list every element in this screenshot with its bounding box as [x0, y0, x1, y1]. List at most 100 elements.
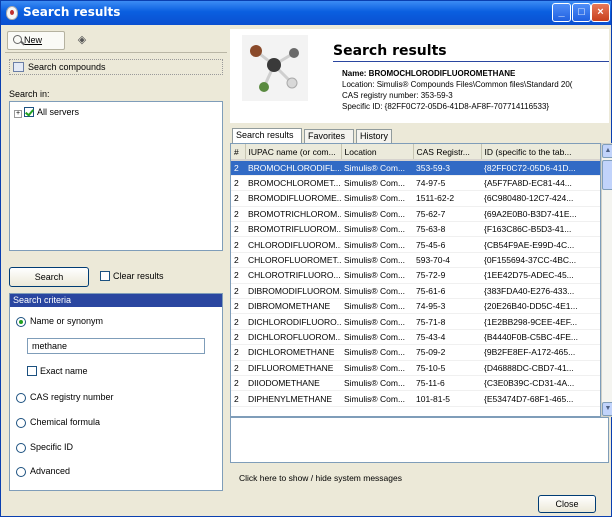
- cell-id: {1EE42D75-ADEC-45...: [481, 267, 600, 284]
- search-compounds-icon: [13, 62, 24, 72]
- all-servers-checkbox[interactable]: [24, 107, 34, 117]
- cell-id: {E53474D7-68F1-465...: [481, 390, 600, 407]
- cell-cas: 75-10-5: [413, 360, 481, 376]
- radio-specific-id[interactable]: [16, 443, 26, 453]
- tab-favorites[interactable]: Favorites: [304, 129, 354, 143]
- cell-id: {1E2BB298-9CEE-4EF...: [481, 313, 600, 330]
- clear-results-checkbox[interactable]: [100, 271, 110, 281]
- cell-id: {82FF0C72-05D6-41D...: [481, 160, 600, 176]
- table-row[interactable]: 2 CHLORODIFLUOROM... Simulis® Com... 75-45-…: [231, 236, 600, 253]
- cell-cas: 74-97-5: [413, 175, 481, 192]
- search-compounds-option[interactable]: Search compounds: [9, 59, 223, 75]
- cell-cas: 75-61-6: [413, 283, 481, 300]
- radio-chemical-formula[interactable]: [16, 418, 26, 428]
- table-row[interactable]: 2 BROMOCHLORODIFL... Simulis® Com... 353-59…: [231, 160, 600, 176]
- column-header-id[interactable]: ID (specific to the tab...: [481, 144, 600, 161]
- table-row[interactable]: 2 CHLOROTRIFLUORO... Simulis® Com... 75-72-…: [231, 267, 600, 284]
- tree-expander-icon[interactable]: +: [14, 110, 22, 118]
- column-header-location[interactable]: Location: [341, 144, 414, 161]
- column-header-cas[interactable]: CAS Registr...: [413, 144, 482, 161]
- scrollbar-thumb[interactable]: [602, 160, 612, 190]
- cell-location: Simulis® Com...: [341, 344, 413, 361]
- minimize-button[interactable]: _: [552, 3, 571, 22]
- search-results-window: Search results _ □ × New ◈ Search compou…: [0, 0, 612, 517]
- scroll-up-icon[interactable]: ▲: [602, 144, 612, 158]
- eraser-icon[interactable]: ◈: [71, 31, 93, 50]
- column-header-iupac-name[interactable]: IUPAC name (or com...: [245, 144, 342, 161]
- cell-index: 2: [231, 175, 245, 192]
- exact-name-checkbox[interactable]: [27, 366, 37, 376]
- cell-location: Simulis® Com...: [341, 283, 413, 300]
- new-button-label: New: [24, 35, 43, 45]
- close-button[interactable]: Close: [538, 495, 596, 513]
- results-table: # IUPAC name (or com... Location CAS Reg…: [230, 143, 601, 417]
- cell-id: {B4440F0B-C5BC-4FE...: [481, 329, 600, 346]
- cell-iupac-name: CHLORODIFLUOROM...: [245, 236, 341, 253]
- cell-id: {CB54F9AE-E99D-4C...: [481, 236, 600, 253]
- table-row[interactable]: 2 BROMOTRICHLOROM... Simulis® Com... 75-62-…: [231, 206, 600, 223]
- cell-id: {A5F7FA8D-EC81-44...: [481, 175, 600, 192]
- table-row[interactable]: 2 DIPHENYLMETHANE Simulis® Com... 101-81-5{…: [231, 390, 600, 407]
- cell-iupac-name: BROMOCHLORODIFL...: [245, 160, 341, 176]
- radio-advanced[interactable]: [16, 467, 26, 477]
- table-row[interactable]: 2 DICHLOROFLUOROM... Simulis® Com... 75-43-…: [231, 329, 600, 346]
- table-row[interactable]: 2 DIBROMODIFLUOROM... Simulis® Com... 75-61…: [231, 283, 600, 300]
- cell-index: 2: [231, 160, 245, 176]
- cell-index: 2: [231, 375, 245, 392]
- table-row[interactable]: 2 DIBROMOMETHANE Simulis® Com... 74-95-3 {20…: [231, 298, 600, 315]
- cell-location: Simulis® Com...: [341, 360, 413, 376]
- molecule-image: [242, 35, 308, 101]
- left-panel: New ◈ Search compounds Search in: + All s…: [5, 29, 227, 491]
- tab-search-results[interactable]: Search results: [232, 128, 302, 144]
- table-row[interactable]: 2 BROMOCHLOROMET... Simulis® Com... 74-97-5…: [231, 175, 600, 192]
- system-messages-toggle[interactable]: Click here to show / hide system message…: [239, 473, 402, 483]
- name-input[interactable]: methane: [27, 338, 205, 354]
- table-row[interactable]: 2 DICHLORODIFLUORO... Simulis® Com... 75-71…: [231, 313, 600, 330]
- table-scrollbar[interactable]: ▲ ▼: [601, 143, 612, 417]
- exact-name-option[interactable]: Exact name: [27, 366, 88, 376]
- cell-index: 2: [231, 206, 245, 223]
- tree-item-all-servers[interactable]: + All servers: [14, 106, 79, 118]
- cell-id: {C3E0B39C-CD31-4A...: [481, 375, 600, 392]
- cell-iupac-name: DIBROMODIFLUOROM...: [245, 283, 341, 300]
- system-messages-panel: [230, 417, 609, 463]
- table-row[interactable]: 2 BROMOTRIFLUOROM... Simulis® Com... 75-63-…: [231, 221, 600, 238]
- cell-iupac-name: DIBROMOMETHANE: [245, 298, 341, 315]
- cell-id: {383FDA40-E276-433...: [481, 283, 600, 300]
- cell-index: 2: [231, 283, 245, 300]
- radio-name-or-synonym[interactable]: [16, 317, 26, 327]
- cell-index: 2: [231, 329, 245, 346]
- clear-results-label: Clear results: [113, 271, 164, 281]
- cell-iupac-name: CHLOROFLUOROMET...: [245, 252, 341, 269]
- cell-index: 2: [231, 252, 245, 269]
- table-row[interactable]: 2 DIFLUOROMETHANE Simulis® Com... 75-10-5 {D…: [231, 360, 600, 376]
- cell-iupac-name: DIIODOMETHANE: [245, 375, 341, 392]
- maximize-button[interactable]: □: [572, 3, 591, 22]
- cell-location: Simulis® Com...: [341, 329, 413, 346]
- cell-iupac-name: BROMOCHLOROMET...: [245, 175, 341, 192]
- new-button[interactable]: New: [7, 31, 65, 50]
- tab-history[interactable]: History: [356, 129, 392, 143]
- table-row[interactable]: 2 DICHLOROMETHANE Simulis® Com... 75-09-2 {9…: [231, 344, 600, 361]
- search-compounds-label: Search compounds: [28, 62, 106, 72]
- table-row[interactable]: 2 CHLOROFLUOROMET... Simulis® Com... 593-70…: [231, 252, 600, 269]
- cas-number-label: CAS registry number: [30, 392, 114, 402]
- new-search-icon: [13, 35, 22, 44]
- table-row[interactable]: 2 DIIODOMETHANE Simulis® Com... 75-11-6 {C3E…: [231, 375, 600, 392]
- radio-cas-number[interactable]: [16, 393, 26, 403]
- cell-iupac-name: DIFLUOROMETHANE: [245, 360, 341, 376]
- cell-id: {69A2E0B0-B3D7-41E...: [481, 206, 600, 223]
- cell-cas: 75-62-7: [413, 206, 481, 223]
- cell-index: 2: [231, 344, 245, 361]
- search-button[interactable]: Search: [9, 267, 89, 287]
- specific-id-label: Specific ID: [30, 442, 74, 452]
- scroll-down-icon[interactable]: ▼: [602, 402, 612, 416]
- title-bar[interactable]: Search results _ □ ×: [1, 1, 611, 25]
- table-row[interactable]: 2 BROMODIFLUOROME... Simulis® Com... 1511-6…: [231, 190, 600, 207]
- clear-results-option[interactable]: Clear results: [100, 271, 164, 281]
- info-title: Search results: [333, 43, 447, 59]
- table-header-row: # IUPAC name (or com... Location CAS Reg…: [231, 144, 600, 161]
- close-window-button[interactable]: ×: [591, 3, 610, 22]
- column-header-index[interactable]: #: [231, 144, 246, 161]
- search-criteria-panel: Search criteria Name or synonym methane …: [9, 293, 223, 491]
